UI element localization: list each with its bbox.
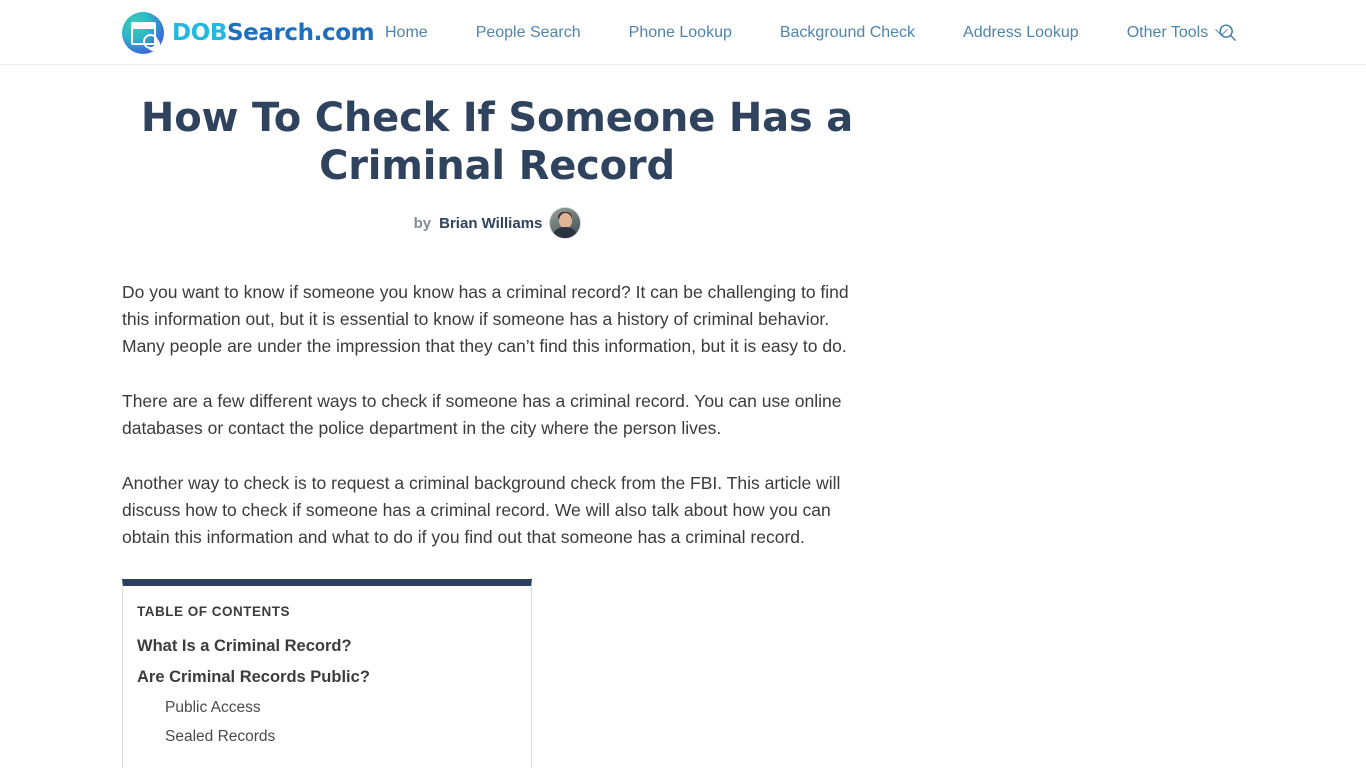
avatar-head bbox=[558, 213, 572, 228]
search-button[interactable] bbox=[1210, 0, 1244, 65]
site-header: DOBSearch.com Home People Search Phone L… bbox=[0, 0, 1366, 65]
article-paragraph: Do you want to know if someone you know … bbox=[122, 282, 849, 356]
toc-item: Sealed Records bbox=[137, 726, 511, 748]
toc-link-sealed-records[interactable]: Sealed Records bbox=[165, 728, 275, 745]
author-link[interactable]: Brian Williams bbox=[439, 215, 542, 232]
site-logo-text-secondary: Search.com bbox=[226, 19, 375, 46]
avatar bbox=[550, 208, 581, 238]
article-body: Do you want to know if someone you know … bbox=[122, 279, 872, 768]
main-navigation: Home People Search Phone Lookup Backgrou… bbox=[366, 0, 1250, 65]
nav-item-phone-lookup-label: Phone Lookup bbox=[628, 24, 732, 41]
toc-item: What Is a Criminal Record? bbox=[137, 635, 511, 657]
toc-list: What Is a Criminal Record? Are Criminal … bbox=[137, 635, 511, 748]
nav-item-home-label: Home bbox=[385, 24, 428, 41]
byline: by Brian Williams bbox=[122, 208, 872, 238]
article: How To Check If Someone Has a Criminal R… bbox=[122, 65, 872, 768]
page-title: How To Check If Someone Has a Criminal R… bbox=[140, 95, 854, 189]
byline-by-label: by bbox=[413, 214, 432, 232]
toc-link-public-access[interactable]: Public Access bbox=[165, 699, 261, 716]
toc-item: Public Access bbox=[137, 697, 511, 719]
nav-item-people-search-label: People Search bbox=[475, 24, 581, 41]
nav-item-other-tools-label: Other Tools bbox=[1126, 24, 1209, 41]
site-logo-text: DOBSearch.com bbox=[172, 19, 375, 46]
toc-link-what-is-a-criminal-record[interactable]: What Is a Criminal Record? bbox=[137, 637, 352, 655]
article-paragraph: Another way to check is to request a cri… bbox=[122, 473, 841, 547]
nav-item-people-search[interactable]: People Search bbox=[452, 0, 605, 65]
calendar-search-icon bbox=[122, 11, 164, 54]
table-of-contents: TABLE OF CONTENTS What Is a Criminal Rec… bbox=[122, 579, 532, 768]
toc-link-are-criminal-records-public[interactable]: Are Criminal Records Public? bbox=[137, 668, 370, 686]
article-paragraph: There are a few different ways to check … bbox=[122, 391, 842, 438]
page-main: How To Check If Someone Has a Criminal R… bbox=[0, 65, 1366, 768]
toc-item: Are Criminal Records Public? bbox=[137, 666, 511, 688]
site-logo-text-primary: DOB bbox=[172, 19, 227, 46]
search-icon bbox=[1218, 24, 1236, 41]
nav-item-background-check-label: Background Check bbox=[779, 24, 916, 41]
nav-item-address-lookup[interactable]: Address Lookup bbox=[939, 0, 1103, 65]
nav-item-address-lookup-label: Address Lookup bbox=[963, 24, 1079, 41]
nav-item-phone-lookup[interactable]: Phone Lookup bbox=[605, 0, 756, 65]
nav-item-background-check[interactable]: Background Check bbox=[756, 0, 939, 65]
toc-title: TABLE OF CONTENTS bbox=[137, 604, 290, 619]
nav-item-home[interactable]: Home bbox=[366, 0, 452, 65]
site-logo[interactable]: DOBSearch.com bbox=[122, 0, 375, 65]
